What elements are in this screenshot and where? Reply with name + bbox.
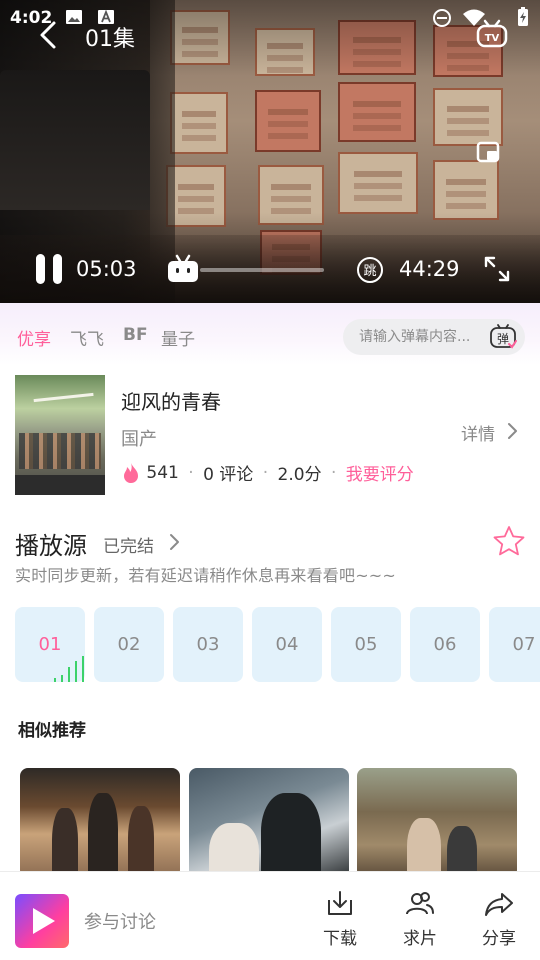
pause-button[interactable] — [34, 253, 64, 285]
episode-item-07[interactable]: 07 — [489, 607, 540, 682]
picture-in-picture-icon[interactable] — [476, 141, 500, 163]
users-icon — [406, 892, 434, 915]
back-icon[interactable] — [36, 20, 62, 50]
svg-text:弹: 弹 — [497, 332, 509, 346]
chevron-right-icon[interactable] — [506, 422, 518, 440]
cast-tv-icon[interactable]: TV — [476, 18, 508, 48]
flame-icon — [124, 462, 138, 483]
detail-link[interactable]: 详情 — [461, 420, 495, 445]
svg-text:跳: 跳 — [363, 264, 376, 279]
image-notification-icon — [66, 10, 82, 24]
episode-title: 01集 — [85, 27, 135, 52]
status-bar: 4:02 — [0, 0, 540, 36]
share-label: 分享 — [482, 929, 516, 949]
app-root: 4:02 01集 TV 05:03 跳 44:29 优享 飞飞 BF 量子 请输… — [0, 0, 540, 960]
episode-item-06[interactable]: 06 — [410, 607, 480, 682]
show-poster[interactable] — [15, 375, 105, 495]
episode-list: 01 02 03 04 05 06 07 — [15, 607, 540, 682]
episode-label: 07 — [512, 634, 536, 655]
play-source-title: 播放源 — [15, 532, 87, 560]
favorite-star-icon[interactable] — [491, 524, 527, 558]
video-player[interactable]: 4:02 01集 TV 05:03 跳 44:29 — [0, 0, 540, 303]
episode-item-05[interactable]: 05 — [331, 607, 401, 682]
source-tab-feifei[interactable]: 飞飞 — [70, 325, 104, 350]
heat-count: 541 — [146, 462, 179, 483]
discuss-button[interactable]: 参与讨论 — [84, 908, 156, 934]
episode-label: 06 — [433, 634, 457, 655]
download-label: 下载 — [323, 929, 357, 949]
skip-intro-icon[interactable]: 跳 — [356, 256, 384, 284]
show-stats: 541 · 0 评论 · 2.0分 · 我要评分 — [121, 460, 414, 485]
chevron-right-icon[interactable] — [168, 533, 180, 551]
progress-bar[interactable] — [200, 268, 324, 272]
recommendation-card[interactable] — [357, 768, 517, 878]
source-tab-youxiang[interactable]: 优享 — [17, 325, 51, 350]
share-button[interactable]: 分享 — [469, 890, 529, 950]
episode-item-01[interactable]: 01 — [15, 607, 85, 682]
battery-charging-icon — [518, 7, 528, 26]
episode-label: 01 — [38, 634, 62, 655]
comment-count[interactable]: 0 评论 — [203, 460, 253, 485]
episode-item-03[interactable]: 03 — [173, 607, 243, 682]
episode-item-02[interactable]: 02 — [94, 607, 164, 682]
play-logo-icon — [33, 908, 55, 934]
request-button[interactable]: 求片 — [390, 890, 450, 950]
finished-status[interactable]: 已完结 — [103, 532, 154, 557]
episode-label: 02 — [117, 634, 141, 655]
svg-text:TV: TV — [485, 33, 500, 44]
request-label: 求片 — [403, 929, 437, 949]
do-not-disturb-icon — [433, 9, 451, 27]
danmaku-input-box: 弹 — [343, 319, 525, 355]
danmaku-send-icon[interactable]: 弹 — [489, 324, 517, 350]
fullscreen-icon[interactable] — [482, 254, 512, 284]
show-region: 国产 — [121, 429, 157, 450]
score: 2.0分 — [277, 465, 322, 485]
show-title: 迎风的青春 — [121, 390, 221, 414]
bottom-bar: 参与讨论 下载 求片 分享 — [0, 871, 540, 960]
now-playing-icon — [54, 656, 84, 682]
source-bar: 优享 飞飞 BF 量子 弹 — [0, 303, 540, 365]
episode-label: 04 — [275, 634, 299, 655]
danmaku-toggle-icon[interactable] — [166, 254, 200, 284]
share-icon — [485, 893, 513, 916]
app-logo[interactable] — [15, 894, 69, 948]
recommendation-card[interactable] — [20, 768, 180, 878]
source-tab-liangzi[interactable]: 量子 — [161, 325, 195, 350]
similar-title: 相似推荐 — [18, 721, 86, 741]
rate-button[interactable]: 我要评分 — [346, 460, 414, 485]
episode-label: 03 — [196, 634, 220, 655]
danmaku-input[interactable] — [359, 319, 487, 355]
current-time: 05:03 — [76, 257, 137, 281]
source-tab-bf[interactable]: BF — [123, 325, 148, 345]
recommendation-card[interactable] — [189, 768, 349, 878]
download-button[interactable]: 下载 — [310, 890, 370, 950]
episode-label: 05 — [354, 634, 378, 655]
download-icon — [328, 891, 352, 915]
episode-item-04[interactable]: 04 — [252, 607, 322, 682]
update-notice: 实时同步更新，若有延迟请稍作休息再来看看吧~~~ — [15, 566, 397, 585]
total-time: 44:29 — [399, 257, 460, 281]
